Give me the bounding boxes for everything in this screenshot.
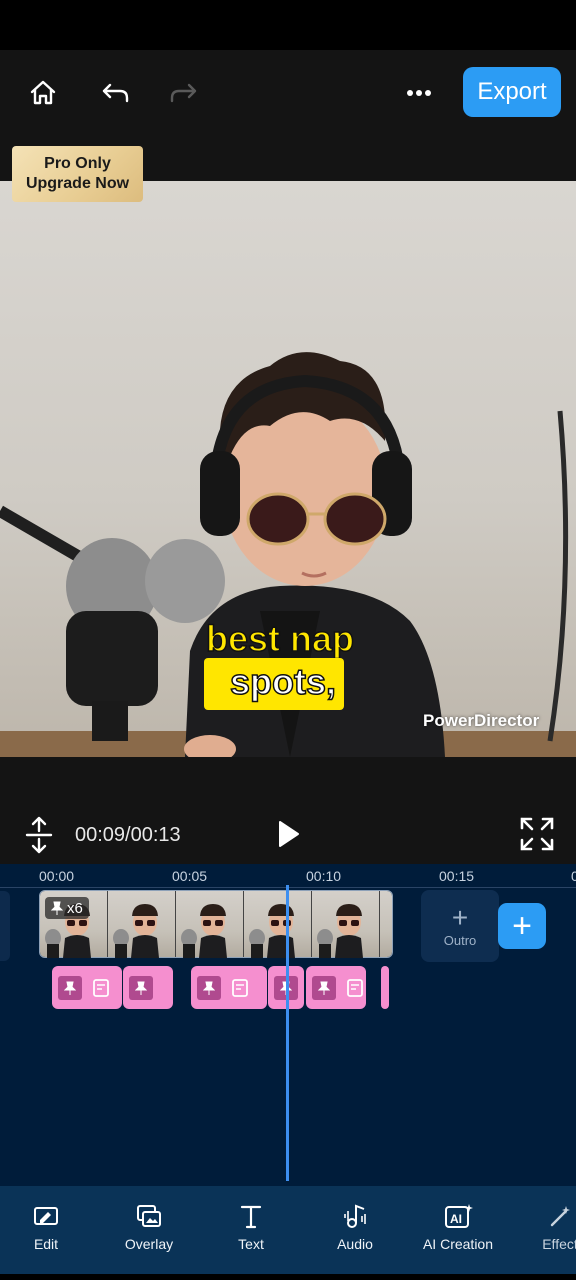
clip-thumbnail	[380, 891, 392, 957]
tool-text[interactable]: Text	[199, 1186, 303, 1274]
overlay-icon	[137, 1205, 161, 1227]
undo-icon	[102, 83, 129, 103]
clip-thumbnail	[108, 891, 176, 957]
tool-effect[interactable]: Effect	[508, 1186, 576, 1274]
fullscreen-button[interactable]	[519, 816, 555, 852]
redo-icon	[170, 83, 197, 103]
tick-label: 00:10	[306, 868, 342, 884]
tool-overlay[interactable]: Overlay	[97, 1186, 201, 1274]
playhead[interactable]	[286, 885, 289, 1181]
clip-thumbnail	[312, 891, 380, 957]
top-toolbar: Export Pro Only Upgrade Now	[0, 50, 576, 202]
sticker-clip[interactable]	[191, 966, 267, 1009]
svg-text:AI: AI	[450, 1212, 462, 1226]
tool-edit[interactable]: Edit	[0, 1186, 98, 1274]
pro-badge-line1: Pro Only	[44, 155, 111, 172]
caption-line-1: best nap	[205, 617, 355, 660]
speed-label: x6	[67, 899, 83, 917]
pin-icon	[129, 975, 153, 1000]
tick-label: 00:00	[39, 868, 75, 884]
sticker-icon	[232, 978, 248, 997]
sticker-clip[interactable]	[123, 966, 173, 1009]
watermark: PowerDirector	[423, 711, 540, 730]
tool-label: Overlay	[124, 1236, 174, 1252]
tool-ai-creation[interactable]: AI AI Creation	[406, 1186, 510, 1274]
timeline[interactable]: 00:00 00:05 00:10 00:15 0 x6 + Outro +	[0, 864, 576, 1186]
fullscreen-icon	[520, 817, 554, 851]
tool-label: Audio	[337, 1236, 373, 1252]
caption-line-2: spots,	[229, 660, 337, 703]
vertical-expand-icon	[25, 816, 53, 854]
tick-label-partial: 0	[571, 868, 576, 884]
sticker-clip[interactable]	[52, 966, 122, 1009]
audio-icon	[344, 1204, 366, 1228]
outro-label: Outro	[443, 932, 477, 948]
tool-label: Text	[238, 1236, 264, 1252]
tick-label: 00:05	[172, 868, 208, 884]
status-bar	[0, 0, 576, 50]
playback-controls: 00:09/00:13	[0, 757, 576, 864]
video-clip[interactable]	[39, 890, 393, 958]
previous-clip[interactable]	[0, 891, 10, 961]
text-icon	[240, 1205, 262, 1229]
expand-timeline-button[interactable]	[22, 815, 56, 855]
pin-icon	[58, 975, 82, 1000]
pro-upgrade-badge[interactable]: Pro Only Upgrade Now	[12, 146, 143, 202]
pin-icon	[312, 975, 336, 1000]
system-nav-strip	[0, 1274, 576, 1280]
bottom-toolbar: Edit Overlay Text Audio AI AI Creation E…	[0, 1186, 576, 1274]
more-icon	[407, 90, 431, 96]
more-options-button[interactable]	[398, 72, 440, 114]
pro-badge-line2: Upgrade Now	[25, 175, 130, 192]
add-clip-button[interactable]: +	[498, 903, 546, 949]
clip-thumbnail	[176, 891, 244, 957]
play-icon	[279, 821, 299, 847]
home-icon	[30, 80, 56, 105]
time-readout: 00:09/00:13	[75, 824, 181, 846]
tool-label: AI Creation	[422, 1236, 494, 1252]
sticker-icon	[347, 978, 363, 997]
export-button[interactable]: Export	[463, 67, 561, 117]
sticker-clip[interactable]	[306, 966, 366, 1009]
edit-icon	[34, 1207, 58, 1225]
tool-audio[interactable]: Audio	[303, 1186, 407, 1274]
speed-badge: x6	[45, 897, 89, 919]
video-preview[interactable]: best nap spots, PowerDirector	[0, 181, 576, 757]
play-button[interactable]	[272, 817, 304, 851]
tool-label: Effect	[542, 1236, 576, 1252]
outro-slot[interactable]: + Outro	[421, 890, 499, 962]
pin-icon	[51, 901, 63, 915]
tick-label: 00:15	[439, 868, 475, 884]
tool-label: Edit	[33, 1236, 59, 1252]
outro-plus-icon: +	[451, 901, 469, 933]
sticker-icon	[93, 978, 109, 997]
redo-button[interactable]	[163, 72, 205, 114]
sticker-clip[interactable]	[381, 966, 389, 1009]
undo-button[interactable]	[94, 72, 136, 114]
pin-icon	[197, 975, 221, 1000]
effect-icon	[550, 1206, 570, 1227]
clip-thumbnail	[244, 891, 312, 957]
ai-creation-icon: AI	[445, 1204, 473, 1228]
home-button[interactable]	[22, 72, 64, 114]
